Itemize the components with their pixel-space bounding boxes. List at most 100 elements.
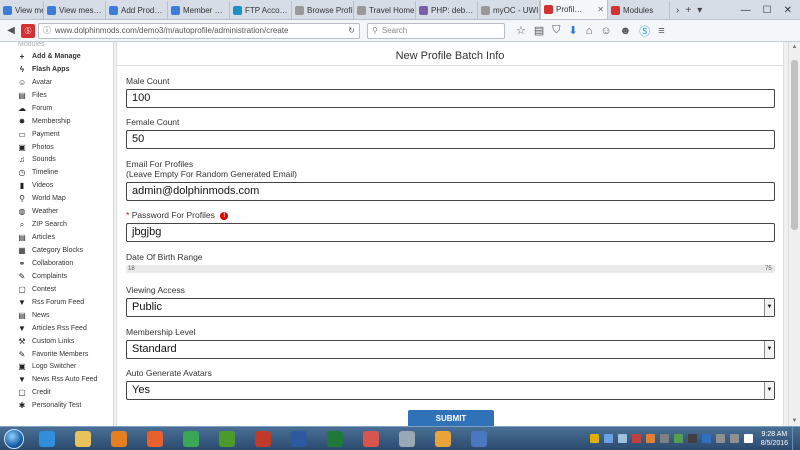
tray-icon[interactable] <box>617 434 627 443</box>
minimize-icon[interactable]: — <box>741 5 751 16</box>
sidebar-item[interactable]: ◍ Weather <box>0 205 113 218</box>
sidebar-item[interactable]: ☺ Avatar <box>0 76 113 89</box>
membership-level-select[interactable]: Standard ▼ <box>126 340 775 359</box>
url-bar[interactable]: ⓘ www.dolphinmods.com/demo3/m/autoprofil… <box>38 22 360 39</box>
firefox-taskbar-button[interactable] <box>138 428 172 450</box>
tray-icon[interactable] <box>631 434 641 443</box>
chevron-down-icon[interactable]: ▼ <box>764 382 774 399</box>
browser-tab[interactable]: Browse Profiles <box>292 1 354 19</box>
tray-icon[interactable] <box>673 434 683 443</box>
browser-tab[interactable]: Member … <box>168 1 230 19</box>
sidebar-item[interactable]: ✎ Complaints <box>0 270 113 283</box>
sidebar-item[interactable]: ▣ Logo Switcher <box>0 361 113 374</box>
sidebar-item[interactable]: ϟ Flash Apps <box>0 63 113 76</box>
sidebar-item[interactable]: ▤ News <box>0 309 113 322</box>
download-icon[interactable]: ⬇ <box>569 24 578 37</box>
sidebar-item[interactable]: ▼ Rss Forum Feed <box>0 296 113 309</box>
show-desktop-button[interactable] <box>792 426 800 450</box>
chrome-taskbar-button[interactable] <box>174 428 208 450</box>
sidebar-item[interactable]: ▣ Photos <box>0 141 113 154</box>
tray-icon[interactable] <box>743 434 753 443</box>
male-count-input[interactable]: 100 <box>126 89 775 108</box>
sidebar-item[interactable]: ⌕ ZIP Search <box>0 218 113 231</box>
browser-tab[interactable]: Travel Home <box>354 1 416 19</box>
sidebar-item[interactable]: ▮ Videos <box>0 179 113 192</box>
tray-icon[interactable] <box>659 434 669 443</box>
sidebar-item[interactable]: ▤ Articles <box>0 231 113 244</box>
bookmark-star-icon[interactable]: ☆ <box>516 24 526 37</box>
menu-icon[interactable]: ≡ <box>658 25 664 37</box>
tray-icon[interactable] <box>687 434 697 443</box>
password-input[interactable]: jbgjbg <box>126 223 775 242</box>
sidebar-item[interactable]: ✱ Personality Test <box>0 399 113 412</box>
frog-app-taskbar-button[interactable] <box>210 428 244 450</box>
page-scrollbar[interactable]: ▲ ▼ <box>788 42 800 426</box>
close-tab-icon[interactable]: ✕ <box>597 5 604 14</box>
back-icon[interactable]: ◀ <box>4 24 18 38</box>
submit-button[interactable]: SUBMIT <box>408 410 494 426</box>
outlook-taskbar-button[interactable] <box>426 428 460 450</box>
sidebar-item[interactable]: ▭ Payment <box>0 128 113 141</box>
text-app-taskbar-button[interactable] <box>462 428 496 450</box>
tray-icon[interactable] <box>701 434 711 443</box>
tray-icon[interactable] <box>715 434 725 443</box>
browser-tab[interactable]: Add Prod… <box>106 1 168 19</box>
start-button[interactable] <box>0 427 28 450</box>
filezilla-taskbar-button[interactable] <box>246 428 280 450</box>
auto-avatars-select[interactable]: Yes ▼ <box>126 381 775 400</box>
viewing-access-select[interactable]: Public ▼ <box>126 298 775 317</box>
sidebar-item[interactable]: ✎ Favorite Members <box>0 348 113 361</box>
search-box[interactable]: ⚲ Search <box>367 22 505 39</box>
sidebar-item[interactable]: ⚒ Custom Links <box>0 335 113 348</box>
eraser-app-taskbar-button[interactable] <box>354 428 388 450</box>
scroll-down-icon[interactable]: ▼ <box>789 416 800 426</box>
browser-tab[interactable]: Profil… ✕ <box>540 0 608 19</box>
tray-icon[interactable] <box>603 434 613 443</box>
reload-icon[interactable]: ↻ <box>348 26 355 35</box>
close-window-icon[interactable]: ✕ <box>784 5 792 16</box>
sidebar-item[interactable]: ▼ Articles Rss Feed <box>0 322 113 335</box>
sidebar-item[interactable]: ▼ News Rss Auto Feed <box>0 373 113 386</box>
taskbar-clock[interactable]: 9:28 AM 8/5/2016 <box>757 430 792 448</box>
sidebar-item[interactable]: ▢ Contest <box>0 283 113 296</box>
female-count-input[interactable]: 50 <box>126 130 775 149</box>
tray-icon[interactable] <box>589 434 599 443</box>
sidebar-item[interactable]: ▢ Credit <box>0 386 113 399</box>
dob-range-slider[interactable] <box>126 265 775 273</box>
file-explorer-taskbar-button[interactable] <box>66 428 100 450</box>
chevron-down-icon[interactable]: ▼ <box>764 299 774 316</box>
tray-icon[interactable] <box>729 434 739 443</box>
scroll-up-icon[interactable]: ▲ <box>789 42 800 52</box>
browser-tab[interactable]: Modules <box>608 1 670 19</box>
sidebar-item[interactable]: ☁ Forum <box>0 102 113 115</box>
browser-tab[interactable]: FTP Acco… <box>230 1 292 19</box>
chevron-down-icon[interactable]: ▼ <box>764 341 774 358</box>
new-tab-button[interactable]: + <box>685 5 691 16</box>
network-app-taskbar-button[interactable] <box>282 428 316 450</box>
more-tabs-icon[interactable]: › <box>676 5 679 16</box>
chat-icon[interactable]: ☺ <box>600 25 611 37</box>
excel-taskbar-button[interactable] <box>318 428 352 450</box>
reading-list-icon[interactable]: ▤ <box>534 24 544 37</box>
tab-list-icon[interactable]: ▾ <box>697 5 702 16</box>
sidebar-item[interactable]: ⚲ World Map <box>0 192 113 205</box>
media-player-taskbar-button[interactable] <box>102 428 136 450</box>
sidebar-item[interactable]: ⚭ Collaboration <box>0 257 113 270</box>
browser-tab[interactable]: View mes… <box>0 1 44 19</box>
maximize-icon[interactable]: ☐ <box>763 5 772 16</box>
home-icon[interactable]: ⌂ <box>586 25 593 37</box>
sidebar-item[interactable]: ♫ Sounds <box>0 154 113 167</box>
browser-tab[interactable]: PHP: deb… <box>416 1 478 19</box>
sidebar-item[interactable]: ▦ Category Blocks <box>0 244 113 257</box>
pocket-icon[interactable]: ⛉ <box>552 24 560 37</box>
error-icon[interactable]: ! <box>220 211 229 220</box>
scrollbar-thumb[interactable] <box>791 60 798 230</box>
skype-icon[interactable]: Ⓢ <box>639 23 650 39</box>
tray-icon[interactable] <box>645 434 655 443</box>
calculator-taskbar-button[interactable] <box>390 428 424 450</box>
emoji-icon[interactable]: ☻ <box>620 25 632 37</box>
info-icon[interactable]: ⓘ <box>43 25 51 36</box>
email-input[interactable]: admin@dolphinmods.com <box>126 182 775 201</box>
sidebar-item[interactable]: ▤ Files <box>0 89 113 102</box>
sidebar-item[interactable]: + Add & Manage <box>0 50 113 63</box>
